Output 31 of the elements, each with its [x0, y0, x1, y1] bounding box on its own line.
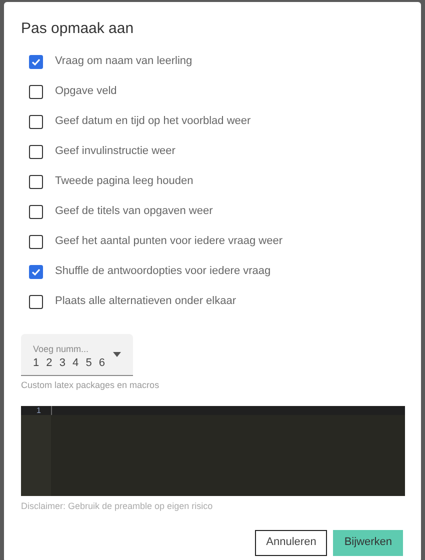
disclaimer-text: Disclaimer: Gebruik de preamble op eigen risico — [21, 500, 214, 513]
checkbox[interactable] — [29, 204, 43, 218]
checkbox[interactable] — [29, 144, 43, 158]
checkbox[interactable] — [29, 294, 43, 308]
option-label: Vraag om naam van leerling — [55, 54, 192, 70]
option-label: Geef het aantal punten voor iedere vraag weer — [55, 234, 282, 250]
option-label: Geef invulinstructie weer — [55, 144, 176, 160]
checkbox[interactable] — [29, 114, 43, 128]
update-button[interactable]: Bijwerken — [333, 530, 403, 556]
select-value: 1 2 3 4 5 6 — [33, 356, 107, 371]
option-label: Geef datum en tijd op het voorblad weer — [55, 114, 251, 130]
option-label: Plaats alle alternatieven onder elkaar — [55, 294, 236, 310]
option-label: Tweede pagina leeg houden — [55, 174, 194, 190]
code-editor[interactable]: 1 — [21, 406, 405, 496]
cancel-button[interactable]: Annuleren — [255, 530, 328, 556]
numbering-select[interactable]: Voeg numm... 1 2 3 4 5 6 — [21, 334, 133, 376]
check-icon — [31, 56, 41, 66]
dropdown-caret-icon — [113, 352, 121, 356]
checkbox[interactable] — [29, 174, 43, 188]
checkbox[interactable] — [29, 84, 43, 98]
option-label: Opgave veld — [55, 84, 117, 100]
option-label: Shuffle de antwoordopties voor iedere vraag — [55, 264, 271, 280]
select-label: Voeg numm... — [33, 343, 90, 355]
checkbox[interactable] — [29, 264, 43, 278]
line-number: 1 — [21, 406, 51, 415]
checkbox[interactable] — [29, 234, 43, 248]
checkbox[interactable] — [29, 54, 43, 68]
check-icon — [31, 266, 41, 276]
dialog-title: Pas opmaak aan — [21, 19, 135, 39]
option-label: Geef de titels van opgaven weer — [55, 204, 213, 220]
preamble-label: Custom latex packages en macros — [21, 378, 160, 392]
